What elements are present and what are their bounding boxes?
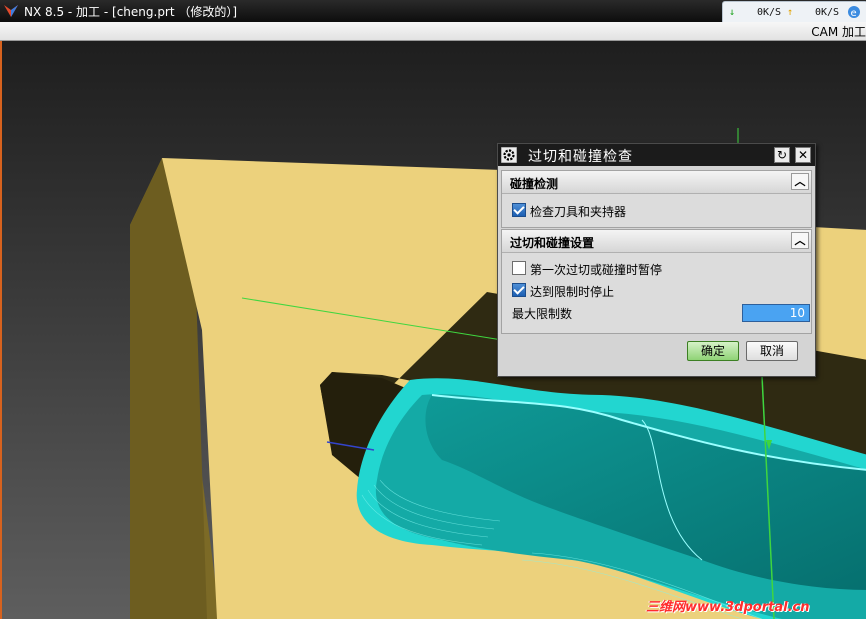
cancel-button[interactable]: 取消	[746, 341, 798, 361]
watermark: 三维网www.3dportal.cn	[646, 600, 810, 615]
download-speed: 0K/S	[757, 7, 782, 18]
svg-text:e: e	[851, 8, 857, 19]
checkbox-label: 第一次过切或碰撞时暂停	[530, 263, 663, 277]
ie-icon[interactable]: e	[847, 5, 861, 19]
check-tool-holder-checkbox[interactable]	[512, 203, 526, 217]
menu-bar: CAM 加工	[0, 22, 866, 41]
max-limit-input[interactable]: 10	[742, 304, 810, 322]
overcut-collision-dialog: 过切和碰撞检查 ↻ ✕ 碰撞检测 ︿ 检查刀具和夹持器 过切和碰撞设置 ︿ 第一…	[497, 143, 816, 377]
collision-detection-group: 碰撞检测 ︿ 检查刀具和夹持器	[501, 170, 812, 228]
download-arrow-icon: ↓	[729, 7, 736, 18]
checkbox-label: 达到限制时停止	[530, 285, 615, 299]
cam-tab[interactable]: CAM 加工	[811, 23, 866, 40]
max-limit-row: 最大限制数 10	[512, 304, 812, 325]
overcut-settings-group: 过切和碰撞设置 ︿ 第一次过切或碰撞时暂停 达到限制时停止 最大限制数 10	[501, 229, 812, 334]
nx-logo-icon	[4, 5, 18, 17]
pause-first-checkbox[interactable]	[512, 261, 526, 275]
group-title: 碰撞检测	[510, 177, 559, 191]
dialog-title: 过切和碰撞检查	[528, 149, 633, 165]
group-title: 过切和碰撞设置	[510, 236, 595, 250]
stop-at-limit-checkbox[interactable]	[512, 283, 526, 297]
close-icon[interactable]: ✕	[795, 147, 811, 163]
upload-arrow-icon: ↑	[787, 7, 794, 18]
chevron-up-icon[interactable]: ︿	[791, 232, 809, 249]
gear-icon[interactable]	[501, 147, 517, 163]
max-limit-label: 最大限制数	[512, 307, 573, 321]
checkbox-label: 检查刀具和夹持器	[530, 205, 627, 219]
window-title: NX 8.5 - 加工 - [cheng.prt （修改的）]	[24, 5, 238, 19]
collision-detection-header[interactable]: 碰撞检测 ︿	[502, 171, 811, 194]
upload-speed: 0K/S	[815, 7, 840, 18]
overcut-settings-header[interactable]: 过切和碰撞设置 ︿	[502, 230, 811, 253]
chevron-up-icon[interactable]: ︿	[791, 173, 809, 190]
dialog-title-bar: 过切和碰撞检查 ↻ ✕	[498, 144, 815, 166]
reset-icon[interactable]: ↻	[774, 147, 790, 163]
ok-button[interactable]: 确定	[687, 341, 739, 361]
